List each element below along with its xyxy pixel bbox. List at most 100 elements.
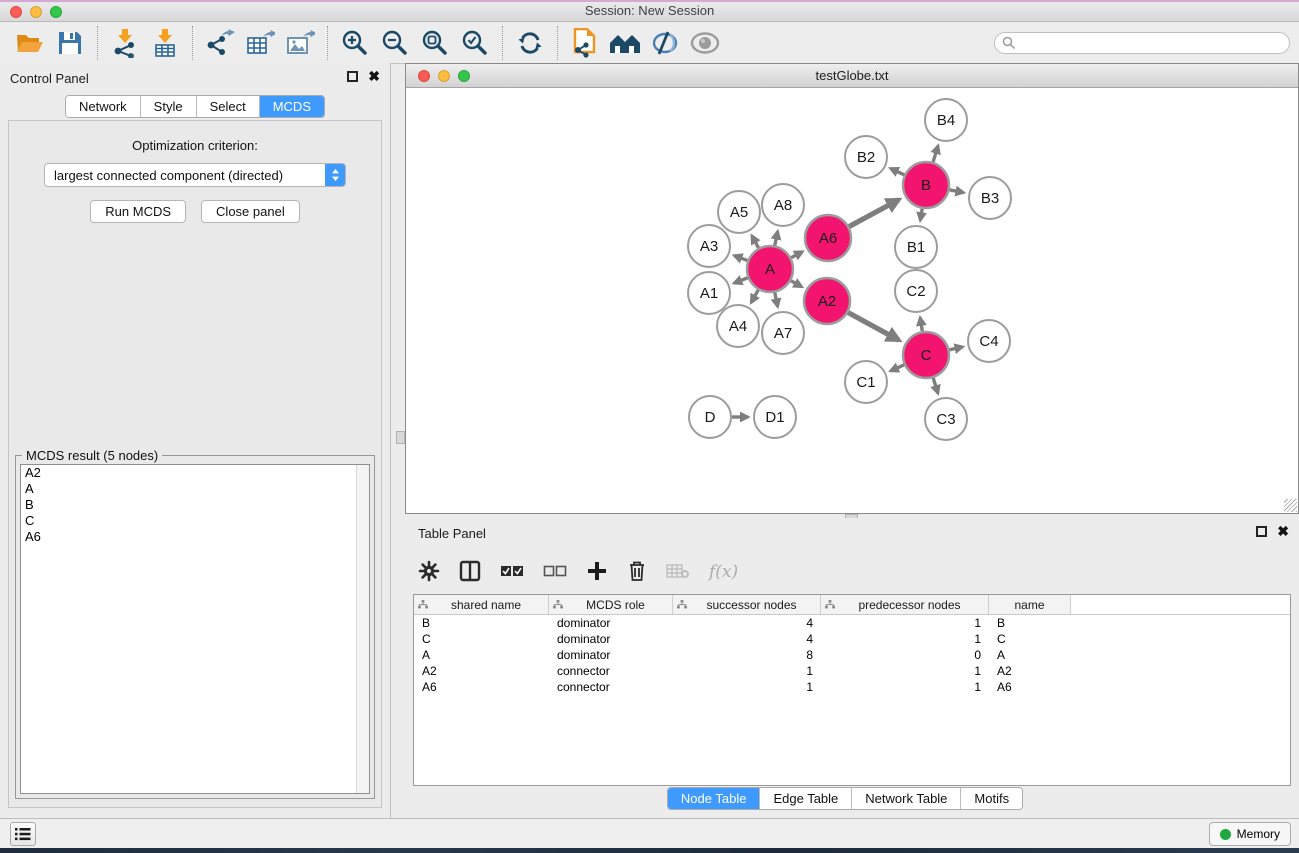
node-C[interactable]: C — [903, 332, 949, 378]
table-cell[interactable]: 1 — [821, 632, 989, 646]
table-cell[interactable]: C — [989, 632, 1071, 646]
table-cell[interactable]: 1 — [821, 680, 989, 694]
node-A[interactable]: A — [747, 246, 793, 292]
node-B4[interactable]: B4 — [925, 99, 967, 141]
table-cell[interactable]: C — [414, 632, 549, 646]
column-header-name[interactable]: name — [989, 595, 1071, 614]
float-panel-icon[interactable] — [1256, 526, 1267, 537]
edge-A-A3[interactable] — [734, 256, 747, 261]
import-network-button[interactable] — [105, 24, 145, 62]
node-A3[interactable]: A3 — [688, 225, 730, 267]
table-cell[interactable]: connector — [549, 680, 673, 694]
network-graph[interactable]: B4B2BB3A5A8A6A3B1AA1C2A2A4A7CC4C1C3DD1 — [406, 88, 1298, 513]
mcds-result-list[interactable]: A2ABCA6 — [20, 464, 370, 794]
table-cell[interactable]: dominator — [549, 616, 673, 630]
tab-motifs[interactable]: Motifs — [961, 788, 1022, 809]
tab-mcds[interactable]: MCDS — [260, 96, 324, 117]
close-panel-icon[interactable]: ✖ — [368, 71, 380, 82]
tab-network-table[interactable]: Network Table — [852, 788, 961, 809]
node-A7[interactable]: A7 — [762, 312, 804, 354]
search-field[interactable] — [994, 32, 1290, 54]
home-button[interactable] — [605, 24, 645, 62]
edge-C-C1[interactable] — [891, 365, 904, 371]
edge-B-B3[interactable] — [950, 190, 964, 193]
maximize-network-window-button[interactable] — [458, 70, 470, 82]
column-header-predecessor-nodes[interactable]: predecessor nodes — [821, 595, 989, 614]
edge-A2-C[interactable] — [848, 312, 899, 340]
node-B3[interactable]: B3 — [969, 177, 1011, 219]
zoom-selected-button[interactable] — [455, 24, 495, 62]
export-table-button[interactable] — [240, 24, 280, 62]
table-cell[interactable]: B — [989, 616, 1071, 630]
table-row[interactable]: A2connector11A2 — [414, 663, 1290, 679]
result-list-scrollbar[interactable] — [356, 465, 369, 793]
edge-A-A6[interactable] — [791, 252, 802, 258]
maximize-window-button[interactable] — [50, 6, 62, 18]
node-B[interactable]: B — [903, 162, 949, 208]
show-panel-button[interactable] — [685, 24, 725, 62]
network-canvas[interactable]: B4B2BB3A5A8A6A3B1AA1C2A2A4A7CC4C1C3DD1 — [406, 88, 1298, 513]
node-A2[interactable]: A2 — [804, 278, 850, 324]
tab-style[interactable]: Style — [141, 96, 197, 117]
edge-A-A5[interactable] — [752, 236, 759, 248]
table-cell[interactable]: 8 — [673, 648, 821, 662]
node-C3[interactable]: C3 — [925, 398, 967, 440]
result-list-item[interactable]: C — [21, 513, 369, 529]
table-cell[interactable]: 1 — [821, 616, 989, 630]
delete-column-button[interactable] — [627, 560, 647, 585]
search-input[interactable] — [1016, 34, 1289, 52]
edge-A-A7[interactable] — [775, 293, 778, 307]
node-C4[interactable]: C4 — [968, 320, 1010, 362]
result-list-item[interactable]: A2 — [21, 465, 369, 481]
column-header-shared-name[interactable]: shared name — [414, 595, 549, 614]
edge-A-A8[interactable] — [775, 231, 778, 245]
node-D1[interactable]: D1 — [754, 396, 796, 438]
memory-button[interactable]: Memory — [1209, 822, 1291, 846]
float-panel-icon[interactable] — [347, 71, 358, 82]
vertical-splitter-handle[interactable] — [396, 431, 405, 444]
table-cell[interactable]: A6 — [414, 680, 549, 694]
import-table-button[interactable] — [145, 24, 185, 62]
tab-select[interactable]: Select — [197, 96, 260, 117]
gear-button[interactable] — [418, 560, 440, 585]
criterion-dropdown[interactable]: largest connected component (directed) — [44, 163, 346, 187]
node-C1[interactable]: C1 — [845, 361, 887, 403]
table-cell[interactable]: B — [414, 616, 549, 630]
add-column-button[interactable] — [586, 560, 608, 585]
task-history-button[interactable] — [10, 822, 36, 846]
column-header-successor-nodes[interactable]: successor nodes — [673, 595, 821, 614]
window-resize-grip[interactable] — [1284, 499, 1297, 512]
edge-C-C3[interactable] — [933, 378, 938, 393]
node-D[interactable]: D — [689, 396, 731, 438]
table-cell[interactable]: 0 — [821, 648, 989, 662]
edge-B-B4[interactable] — [933, 146, 938, 162]
table-cell[interactable]: connector — [549, 664, 673, 678]
export-image-button[interactable] — [280, 24, 320, 62]
table-delete-button[interactable] — [666, 563, 690, 582]
node-B1[interactable]: B1 — [895, 226, 937, 268]
table-cell[interactable]: dominator — [549, 632, 673, 646]
tab-edge-table[interactable]: Edge Table — [760, 788, 852, 809]
edge-B-B1[interactable] — [920, 209, 922, 221]
table-cell[interactable]: A — [414, 648, 549, 662]
session-file-button[interactable] — [565, 24, 605, 62]
zoom-fit-button[interactable] — [415, 24, 455, 62]
edge-A-A4[interactable] — [751, 290, 758, 303]
export-network-button[interactable] — [200, 24, 240, 62]
zoom-out-button[interactable] — [375, 24, 415, 62]
table-cell[interactable]: dominator — [549, 648, 673, 662]
zoom-in-button[interactable] — [335, 24, 375, 62]
table-row[interactable]: Bdominator41B — [414, 615, 1290, 631]
node-table[interactable]: shared nameMCDS rolesuccessor nodesprede… — [413, 594, 1291, 786]
table-cell[interactable]: A2 — [414, 664, 549, 678]
minimize-window-button[interactable] — [30, 6, 42, 18]
close-window-button[interactable] — [10, 6, 22, 18]
table-cell[interactable]: 4 — [673, 616, 821, 630]
edge-C-C2[interactable] — [920, 318, 922, 332]
edge-B-B2[interactable] — [890, 168, 904, 174]
select-all-button[interactable] — [500, 565, 524, 580]
minimize-network-window-button[interactable] — [438, 70, 450, 82]
node-A8[interactable]: A8 — [762, 184, 804, 226]
column-header-MCDS-role[interactable]: MCDS role — [549, 595, 673, 614]
hide-panel-button[interactable] — [645, 24, 685, 62]
